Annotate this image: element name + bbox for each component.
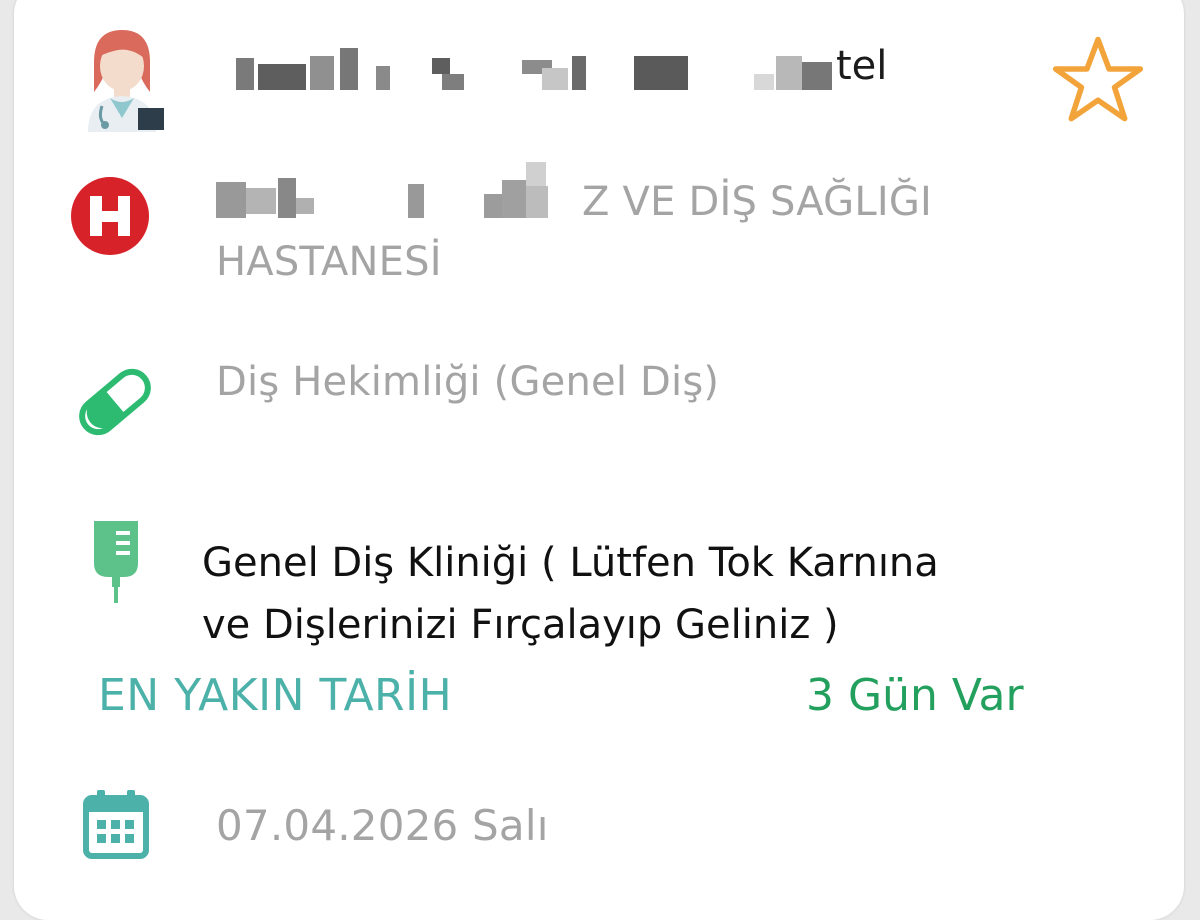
hospital-icon-wrap [68, 174, 152, 258]
clinic-label-line1: Genel Diş Kliniği ( Lütfen Tok Karnına [202, 540, 939, 586]
doctor-name-tail: tel [836, 43, 888, 89]
doctor-avatar-icon [88, 30, 164, 132]
pill-capsule-icon [79, 368, 151, 436]
nearest-date-label: EN YAKIN TARİH [98, 670, 453, 721]
hospital-name-redacted [216, 162, 586, 220]
clinic-icon-wrap [84, 518, 148, 606]
iv-bag-icon [94, 521, 138, 603]
department-icon-wrap [70, 364, 160, 440]
calendar-icon [83, 790, 149, 859]
hospital-name-line1: Z VE DİŞ SAĞLIĞI [582, 179, 933, 225]
department-label: Diş Hekimliği (Genel Diş) [216, 359, 720, 405]
hospital-h-icon [71, 177, 149, 255]
favorite-button[interactable] [1050, 32, 1146, 128]
appointment-card[interactable]: tel Z VE DİŞ SAĞLIĞI HASTANESİ Diş Hekim… [14, 0, 1184, 920]
star-outline-icon [1052, 36, 1144, 122]
days-remaining-badge: 3 Gün Var [806, 670, 1024, 721]
calendar-icon-wrap [76, 784, 156, 864]
clinic-label-line2: ve Dişlerinizi Fırçalayıp Geliniz ) [202, 602, 839, 648]
hospital-name-line2: HASTANESİ [216, 239, 442, 285]
doctor-avatar [72, 22, 172, 132]
doctor-name-redacted [236, 48, 906, 90]
appointment-date: 07.04.2026 Salı [216, 801, 549, 850]
